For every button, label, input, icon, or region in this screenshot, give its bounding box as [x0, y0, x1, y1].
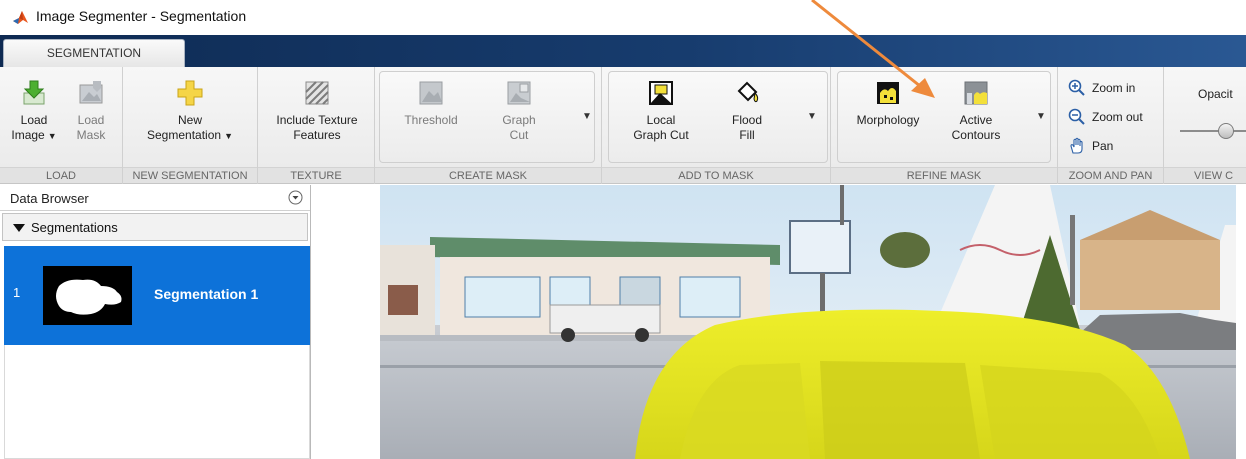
load-mask-label-2: Mask — [76, 128, 106, 142]
local-graph-cut-label-1: Local — [646, 113, 676, 127]
tab-strip: SEGMENTATION — [0, 35, 1246, 67]
threshold-icon — [419, 81, 443, 105]
graph-cut-label-2: Cut — [509, 128, 529, 142]
window-title: Image Segmenter - Segmentation — [36, 8, 247, 24]
morphology-button[interactable]: Morphology — [847, 79, 929, 128]
include-texture-label-2: Features — [293, 128, 341, 142]
morphology-label: Morphology — [856, 113, 920, 127]
zoom-in-label: Zoom in — [1092, 81, 1136, 95]
section-view: Opacit VIEW C — [1164, 67, 1246, 184]
load-mask-button[interactable]: Load Mask — [68, 79, 114, 143]
plus-icon — [177, 80, 203, 106]
ribbon: Load Image ▼ Load Mask LOAD New Segmentat… — [0, 67, 1246, 184]
new-segmentation-label-2: Segmentation — [147, 128, 222, 142]
flood-fill-label-1: Flood — [731, 113, 763, 127]
pan-label: Pan — [1092, 139, 1114, 153]
section-label-create-mask: CREATE MASK — [375, 167, 601, 183]
texture-icon — [305, 81, 329, 105]
load-mask-icon — [79, 81, 103, 104]
section-label-add-to-mask: ADD TO MASK — [602, 167, 830, 183]
load-image-icon — [23, 80, 45, 105]
section-label-zoom-and-pan: ZOOM AND PAN — [1058, 167, 1163, 183]
graph-cut-button[interactable]: Graph Cut — [487, 79, 551, 143]
load-mask-label-1: Load — [77, 113, 105, 127]
active-contours-label-2: Contours — [951, 128, 1001, 142]
active-contours-button[interactable]: Active Contours — [939, 79, 1013, 143]
section-texture: Include Texture Features TEXTURE — [258, 67, 375, 184]
matlab-logo-icon — [13, 11, 28, 24]
list-item-segmentation-1[interactable]: 1 Segmentation 1 — [4, 246, 310, 345]
tab-segmentation[interactable]: SEGMENTATION — [3, 39, 185, 67]
morphology-icon — [877, 82, 899, 104]
threshold-button[interactable]: Threshold — [395, 79, 467, 128]
section-create-mask: Threshold Graph Cut ▼ CREATE MASK — [375, 67, 602, 184]
graph-cut-icon — [507, 81, 531, 105]
title-bar: Image Segmenter - Segmentation — [0, 0, 1246, 35]
threshold-label: Threshold — [404, 113, 458, 127]
include-texture-label-1: Include Texture — [276, 113, 358, 127]
segmentation-name: Segmentation 1 — [154, 286, 259, 302]
segmentations-group-label: Segmentations — [31, 220, 118, 235]
section-label-view: VIEW C — [1164, 167, 1246, 183]
new-segmentation-button[interactable]: New Segmentation ▼ — [131, 79, 249, 144]
data-browser-panel: Data Browser Segmentations 1 Segmentatio… — [0, 185, 311, 459]
zoom-out-icon — [1068, 108, 1085, 125]
section-new-segmentation: New Segmentation ▼ NEW SEGMENTATION — [123, 67, 258, 184]
chevron-down-icon: ▼ — [47, 131, 57, 141]
segmentation-mask-thumbnail — [43, 266, 132, 325]
local-graph-cut-button[interactable]: Local Graph Cut — [622, 79, 700, 143]
create-mask-more-button[interactable]: ▼ — [575, 71, 599, 163]
local-graph-cut-icon — [649, 81, 673, 105]
options-circle-icon[interactable] — [288, 190, 303, 205]
section-label-refine-mask: REFINE MASK — [831, 167, 1057, 183]
zoom-out-button[interactable]: Zoom out — [1068, 108, 1143, 126]
load-image-button[interactable]: Load Image ▼ — [8, 79, 60, 144]
opacity-slider-thumb[interactable] — [1218, 123, 1234, 139]
hand-icon — [1070, 137, 1083, 154]
section-label-new-segmentation: NEW SEGMENTATION — [123, 167, 257, 183]
zoom-in-button[interactable]: Zoom in — [1068, 79, 1135, 97]
data-browser-title: Data Browser — [10, 191, 89, 206]
pan-button[interactable]: Pan — [1068, 137, 1113, 155]
section-load: Load Image ▼ Load Mask LOAD — [0, 67, 123, 184]
new-segmentation-label-1: New — [177, 113, 202, 127]
zoom-out-label: Zoom out — [1092, 110, 1143, 124]
include-texture-button[interactable]: Include Texture Features — [262, 79, 372, 143]
section-refine-mask: Morphology Active Contours ▼ REFINE MASK — [831, 67, 1058, 184]
active-contours-label-1: Active — [959, 113, 993, 127]
local-graph-cut-label-2: Graph Cut — [633, 128, 689, 142]
collapse-triangle-icon — [13, 224, 25, 232]
refine-mask-more-button[interactable]: ▼ — [1029, 71, 1053, 163]
flood-fill-label-2: Fill — [739, 128, 755, 142]
opacity-slider-track[interactable] — [1180, 130, 1246, 132]
paint-bucket-icon — [737, 81, 759, 103]
graph-cut-label-1: Graph — [502, 113, 536, 127]
load-image-label-1: Load — [20, 113, 48, 127]
active-contours-icon — [964, 81, 988, 105]
segmented-image-view[interactable] — [380, 185, 1236, 459]
zoom-in-icon — [1068, 79, 1085, 96]
segmentation-index: 1 — [13, 285, 21, 300]
data-browser-empty-area — [4, 345, 310, 459]
chevron-down-icon: ▼ — [224, 131, 233, 141]
add-to-mask-more-button[interactable]: ▼ — [800, 71, 824, 163]
flood-fill-button[interactable]: Flood Fill — [714, 79, 780, 143]
load-image-label-2: Image — [11, 128, 45, 142]
segmentations-group-header[interactable]: Segmentations — [2, 213, 308, 241]
segmented-photo — [380, 185, 1236, 459]
section-label-texture: TEXTURE — [258, 167, 374, 183]
section-label-load: LOAD — [0, 167, 122, 183]
opacity-label: Opacit — [1198, 87, 1233, 101]
data-browser-header: Data Browser — [0, 185, 310, 211]
section-add-to-mask: Local Graph Cut Flood Fill ▼ ADD TO MASK — [602, 67, 831, 184]
